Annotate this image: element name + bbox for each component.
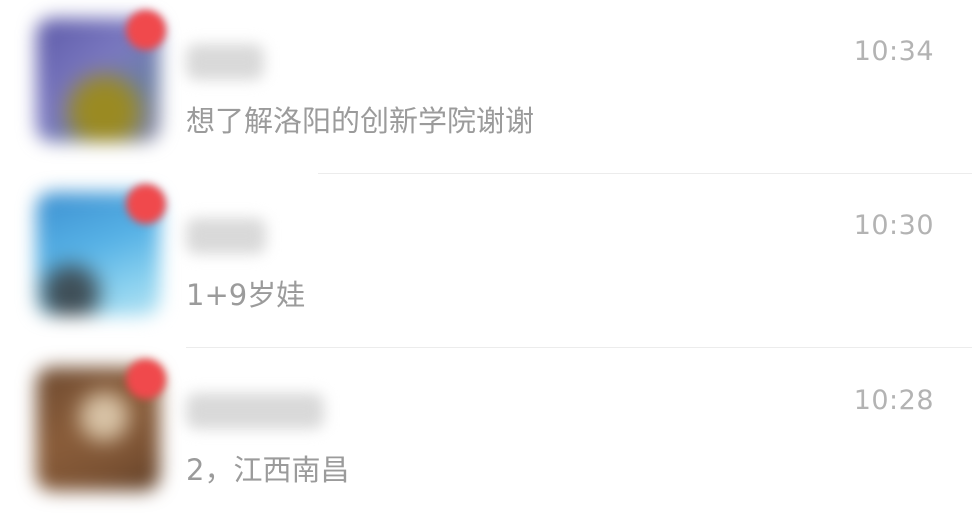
avatar[interactable] xyxy=(36,184,166,316)
unread-badge xyxy=(126,184,166,224)
unread-badge xyxy=(126,10,166,50)
message-preview: 1+9岁娃 xyxy=(186,278,306,312)
unread-badge xyxy=(126,359,166,399)
avatar[interactable] xyxy=(36,10,166,142)
message-time: 10:28 xyxy=(853,385,934,416)
chat-list-item[interactable]: 10:28 2，江西南昌 xyxy=(0,349,972,523)
chat-list-item[interactable]: 10:34 想了解洛阳的创新学院谢谢 xyxy=(0,0,972,174)
contact-name-redacted xyxy=(186,44,264,80)
avatar[interactable] xyxy=(36,359,166,491)
message-time: 10:34 xyxy=(853,36,934,67)
contact-name-redacted xyxy=(186,218,266,254)
contact-name-redacted xyxy=(186,393,324,429)
chat-list: 10:34 想了解洛阳的创新学院谢谢 10:30 1+9岁娃 10:28 2，江… xyxy=(0,0,972,523)
message-preview: 2，江西南昌 xyxy=(186,453,350,487)
chat-list-item[interactable]: 10:30 1+9岁娃 xyxy=(0,174,972,348)
message-preview: 想了解洛阳的创新学院谢谢 xyxy=(186,104,535,138)
divider xyxy=(186,347,972,348)
message-time: 10:30 xyxy=(853,210,934,241)
